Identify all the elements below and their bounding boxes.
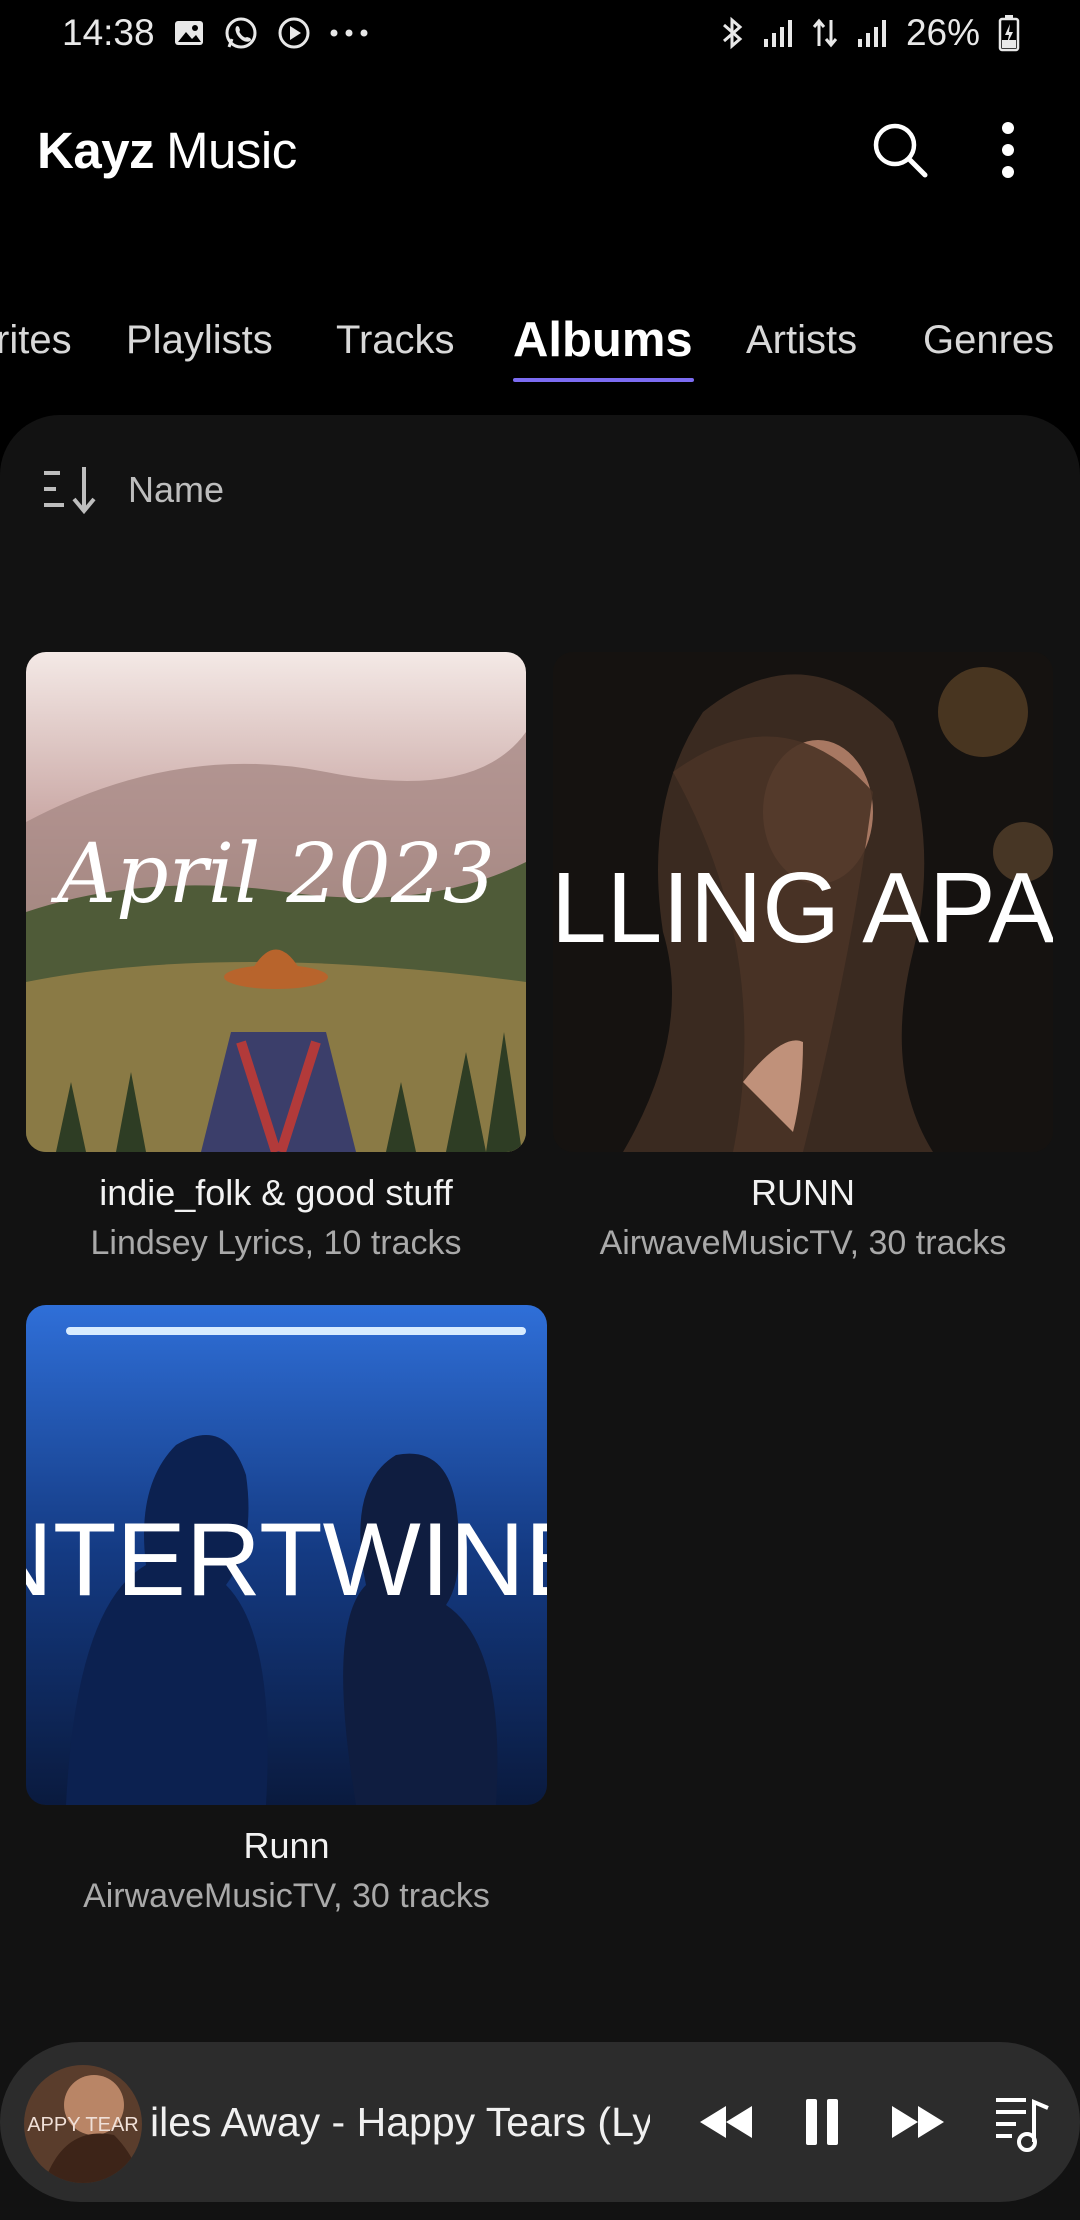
more-dots-icon [329, 28, 369, 38]
album-subtitle: AirwaveMusicTV, 30 tracks [599, 1224, 1007, 1262]
app-bar: Kayz Music [0, 100, 1080, 200]
play-circle-icon [277, 16, 311, 50]
more-options-button[interactable] [976, 118, 1040, 182]
album-title: Runn [243, 1825, 330, 1866]
mini-player[interactable]: APPY TEAR iles Away - Happy Tears (Ly [0, 2042, 1080, 2202]
search-icon [873, 123, 928, 178]
sort-control[interactable]: Name [40, 465, 224, 515]
battery-icon [998, 14, 1020, 52]
album-art: LLING APA [553, 652, 1053, 1152]
now-playing-art-text: APPY TEAR [27, 2114, 139, 2136]
status-bar-right: 26% [720, 12, 1020, 54]
sort-icon [44, 467, 96, 515]
now-playing-title: iles Away - Happy Tears (Ly [150, 2098, 650, 2145]
tab-albums[interactable]: Albums [513, 312, 693, 368]
album-title: indie_folk & good stuff [99, 1172, 453, 1213]
status-bar: 14:38 26% [0, 0, 1080, 66]
album-art-text: LLING APA [553, 852, 1053, 964]
signal-icon [762, 17, 794, 49]
album-card[interactable]: LLING APA RUNN AirwaveMusicTV, 30 tracks [553, 652, 1053, 1263]
tab-playlists[interactable]: Playlists [126, 318, 273, 363]
gallery-icon [173, 17, 205, 49]
pause-icon[interactable] [802, 2097, 842, 2147]
fast-forward-icon[interactable] [890, 2102, 946, 2142]
tab-artists[interactable]: Artists [746, 318, 857, 363]
active-tab-indicator [513, 378, 694, 382]
album-art-text: April 2023 [50, 827, 495, 922]
album-art-text: NTERTWINE [26, 1502, 547, 1618]
status-bar-left: 14:38 [62, 12, 369, 54]
scrolled-row-remnant [0, 580, 1080, 600]
bluetooth-icon [720, 15, 744, 51]
album-subtitle: AirwaveMusicTV, 30 tracks [83, 1877, 490, 1915]
app-title-bold: Kayz [37, 121, 155, 179]
signal-icon-2 [856, 17, 888, 49]
more-vert-icon [1002, 122, 1014, 178]
category-tabs: rites Playlists Tracks Albums Artists Ge… [0, 300, 1080, 390]
app-title-light: Music [166, 121, 297, 179]
app-title: Kayz Music [37, 121, 297, 180]
sort-label: Name [128, 469, 225, 510]
rewind-icon[interactable] [698, 2102, 754, 2142]
album-art: April 2023 [26, 652, 526, 1152]
album-card[interactable]: April 2023 indie_folk & good stuff Linds… [26, 652, 526, 1263]
tab-favorites[interactable]: rites [0, 318, 72, 363]
now-playing-art[interactable]: APPY TEAR [24, 2065, 142, 2183]
tab-genres[interactable]: Genres [923, 318, 1054, 363]
whatsapp-icon [223, 15, 259, 51]
status-time: 14:38 [62, 12, 155, 53]
player-controls [698, 2042, 1050, 2202]
album-card[interactable]: NTERTWINE Runn AirwaveMusicTV, 30 tracks [26, 1305, 547, 1916]
queue-music-icon[interactable] [994, 2092, 1050, 2152]
data-arrows-icon [812, 16, 838, 50]
album-art: NTERTWINE [26, 1305, 547, 1805]
tab-tracks[interactable]: Tracks [336, 318, 455, 363]
app-bar-actions [868, 118, 1040, 182]
album-title: RUNN [751, 1172, 855, 1213]
now-playing-title-area[interactable]: iles Away - Happy Tears (Ly [150, 2042, 650, 2202]
albums-panel: Name April 2023 indie_folk & good stuff … [0, 415, 1080, 2220]
battery-percent: 26% [905, 12, 980, 53]
search-button[interactable] [868, 118, 932, 182]
album-subtitle: Lindsey Lyrics, 10 tracks [90, 1224, 462, 1262]
